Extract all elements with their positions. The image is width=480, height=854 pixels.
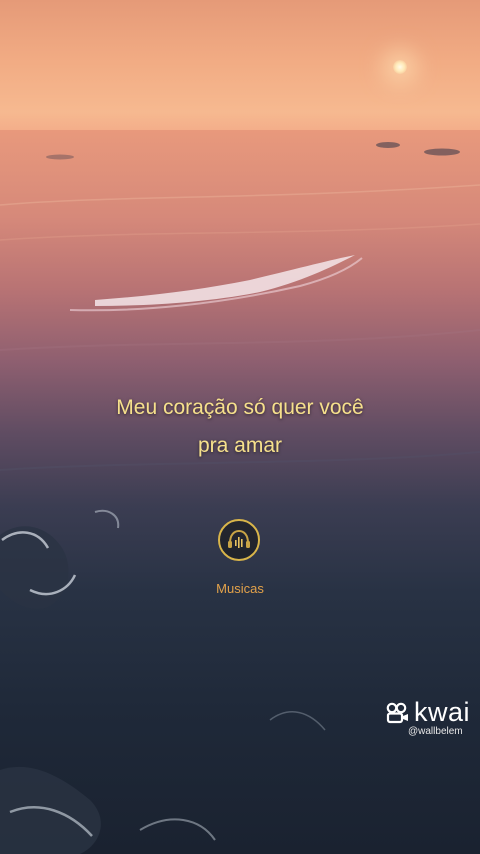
video-frame: Meu coração só quer você pra amar Musica…	[0, 0, 480, 854]
channel-sublabel: Musicas	[216, 581, 264, 596]
kwai-brand: kwai	[414, 697, 471, 727]
channel-logo	[218, 519, 260, 561]
headphones-equalizer-icon	[228, 529, 250, 548]
kwai-logo-icon	[386, 702, 408, 723]
lyric-line-1: Meu coração só quer você	[116, 396, 364, 419]
lyric-line-2: pra amar	[197, 434, 283, 457]
creator-handle: @wallbelem	[408, 726, 463, 737]
kwai-watermark: kwai	[386, 697, 470, 728]
